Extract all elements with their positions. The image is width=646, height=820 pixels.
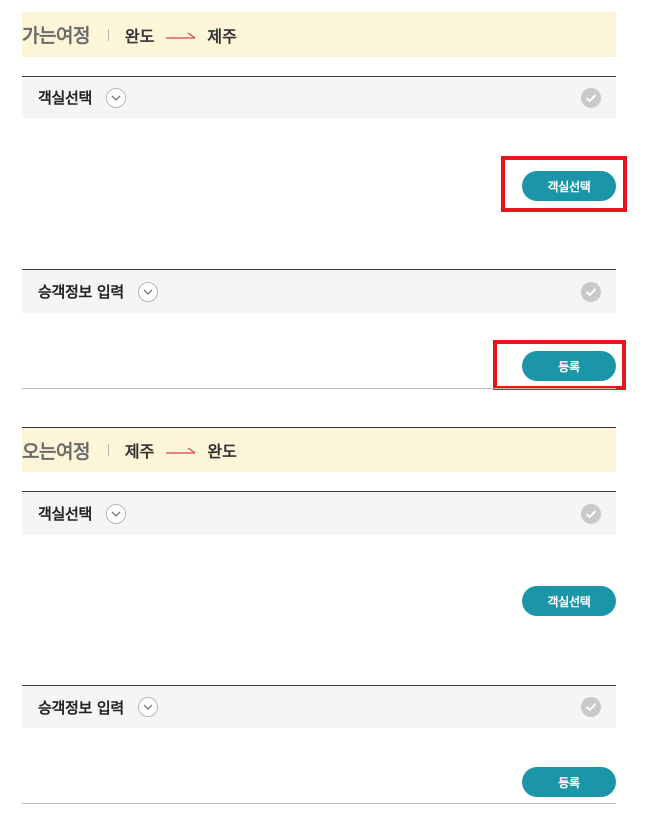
inbound-cabin-select-button[interactable]: 객실선택	[522, 586, 616, 616]
chevron-down-icon[interactable]	[137, 697, 158, 717]
inbound-to-city: 완도	[207, 442, 237, 461]
divider	[22, 803, 616, 804]
check-circle-icon	[581, 697, 601, 717]
inbound-passenger-section-bar[interactable]: 승객정보 입력	[22, 685, 616, 728]
right-arrow-icon	[166, 447, 196, 454]
inbound-passenger-section-title: 승객정보 입력	[38, 698, 124, 717]
outbound-cabin-section-bar[interactable]: 객실선택	[22, 76, 616, 118]
chevron-down-icon[interactable]	[137, 281, 158, 302]
divider	[22, 388, 616, 389]
inbound-cabin-section-title: 객실선택	[38, 505, 93, 523]
outbound-passenger-section-bar[interactable]: 승객정보 입력	[22, 269, 616, 313]
divider	[107, 444, 109, 456]
check-circle-icon	[581, 503, 601, 524]
outbound-passenger-section-title: 승객정보 입력	[38, 283, 124, 301]
chevron-down-icon[interactable]	[106, 87, 127, 108]
inbound-passenger-register-button[interactable]: 등록	[522, 767, 616, 797]
outbound-from-city: 완도	[124, 26, 155, 46]
inbound-from-city: 제주	[124, 442, 155, 461]
chevron-down-icon[interactable]	[106, 503, 127, 524]
outbound-trip-title: 가는여정	[22, 25, 90, 47]
divider	[107, 28, 109, 41]
right-arrow-icon	[166, 32, 196, 39]
outbound-cabin-section-title: 객실선택	[38, 89, 93, 107]
highlight-box	[493, 340, 626, 390]
inbound-trip-title: 오는여정	[22, 440, 90, 463]
check-circle-icon	[581, 87, 601, 108]
inbound-cabin-section-bar[interactable]: 객실선택	[22, 491, 616, 535]
highlight-box	[501, 156, 627, 212]
check-circle-icon	[581, 281, 601, 302]
reservation-page: 가는여정 완도 제주 객실선택 객실선택 승객정보 입력 등록 오는여정 제주 …	[0, 0, 646, 820]
inbound-trip-header: 오는여정 제주 완도	[22, 428, 616, 472]
outbound-to-city: 제주	[207, 26, 237, 46]
outbound-trip-header: 가는여정 완도 제주	[22, 12, 616, 57]
